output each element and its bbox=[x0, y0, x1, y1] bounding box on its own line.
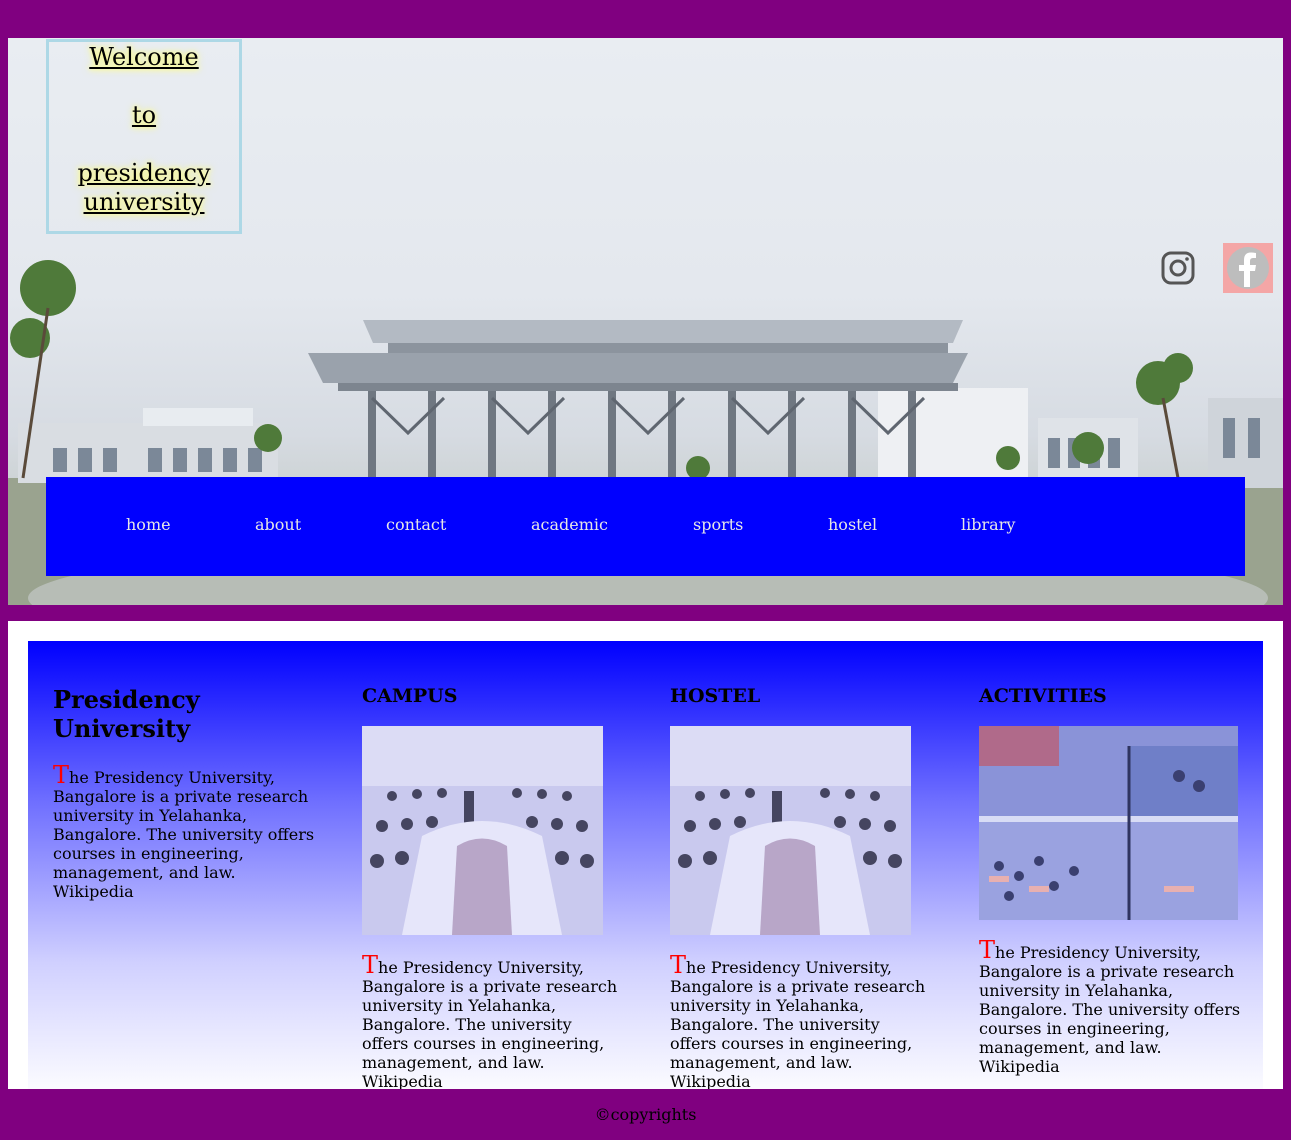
footer-copyright: ©copyrights bbox=[594, 1105, 697, 1124]
intro-title: Presidency University bbox=[53, 685, 200, 743]
nav-sports[interactable]: sports bbox=[693, 515, 743, 534]
nav-about[interactable]: about bbox=[255, 515, 301, 534]
nav-hostel[interactable]: hostel bbox=[828, 515, 877, 534]
campus-image bbox=[362, 726, 603, 935]
campus-heading: CAMPUS bbox=[362, 685, 458, 707]
activities-paragraph: The Presidency University, Bangalore is … bbox=[979, 938, 1241, 1076]
hostel-image bbox=[670, 726, 911, 935]
activities-heading: ACTIVITIES bbox=[979, 685, 1107, 707]
intro-paragraph: The Presidency University, Bangalore is … bbox=[53, 763, 315, 901]
nav-contact[interactable]: contact bbox=[386, 515, 446, 534]
hero-banner: Welcome to presidency university home ab… bbox=[8, 38, 1283, 605]
activities-text: he Presidency University, Bangalore is a… bbox=[979, 943, 1241, 1076]
campus-text: he Presidency University, Bangalore is a… bbox=[362, 958, 618, 1089]
hostel-heading: HOSTEL bbox=[670, 685, 761, 707]
main-nav: home about contact academic sports hoste… bbox=[46, 477, 1245, 576]
dropcap: T bbox=[979, 936, 996, 964]
hostel-paragraph: The Presidency University, Bangalore is … bbox=[670, 953, 930, 1089]
content-panel: Presidency University The Presidency Uni… bbox=[28, 641, 1263, 1089]
instagram-icon[interactable] bbox=[1158, 243, 1198, 293]
welcome-line-3: presidency university bbox=[77, 159, 211, 216]
content-area: Presidency University The Presidency Uni… bbox=[8, 621, 1283, 1089]
welcome-line-1: Welcome bbox=[89, 43, 199, 71]
campus-paragraph: The Presidency University, Bangalore is … bbox=[362, 953, 622, 1089]
nav-academic[interactable]: academic bbox=[531, 515, 608, 534]
welcome-line-2: to bbox=[131, 101, 157, 129]
dropcap: T bbox=[362, 951, 379, 979]
activities-image bbox=[979, 726, 1238, 920]
nav-library[interactable]: library bbox=[961, 515, 1015, 534]
intro-text: he Presidency University, Bangalore is a… bbox=[53, 768, 315, 901]
facebook-icon[interactable] bbox=[1223, 243, 1273, 293]
dropcap: T bbox=[53, 761, 70, 789]
dropcap: T bbox=[670, 951, 687, 979]
nav-home[interactable]: home bbox=[126, 515, 171, 534]
hostel-text: he Presidency University, Bangalore is a… bbox=[670, 958, 926, 1089]
welcome-box: Welcome to presidency university bbox=[46, 39, 242, 234]
